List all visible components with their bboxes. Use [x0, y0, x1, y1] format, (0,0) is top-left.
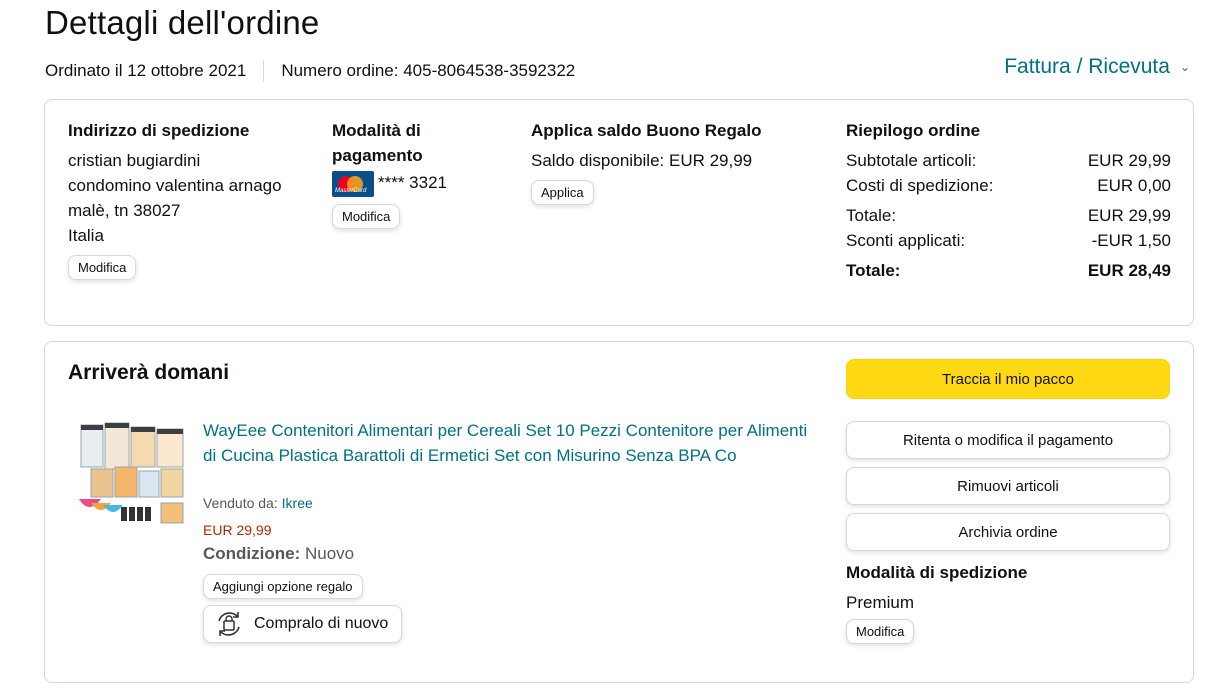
page-title: Dettagli dell'ordine [45, 4, 320, 41]
shipping-address-section: Indirizzo di spedizione cristian bugiard… [68, 118, 318, 280]
address-line: Italia [68, 226, 104, 245]
summary-row: Subtotale articoli: EUR 29,99 [846, 151, 1171, 170]
divider [263, 60, 265, 82]
order-meta: Ordinato il 12 ottobre 2021 Numero ordin… [45, 60, 575, 82]
remove-items-button[interactable]: Rimuovi articoli [846, 467, 1170, 505]
archive-order-button[interactable]: Archivia ordine [846, 513, 1170, 551]
shipping-method-value: Premium [846, 593, 915, 612]
summary-row: Costi di spedizione: EUR 0,00 [846, 176, 1171, 195]
delivery-status: Arriverà domani [68, 361, 230, 384]
retry-payment-button[interactable]: Ritenta o modifica il pagamento [846, 421, 1170, 459]
invoice-link[interactable]: Fattura / Ricevuta [1004, 55, 1170, 79]
gift-balance-section: Applica saldo Buono Regalo Saldo disponi… [531, 118, 811, 205]
payment-heading-2: pagamento [332, 146, 423, 165]
order-summary-section: Riepilogo ordine Subtotale articoli: EUR … [846, 118, 1171, 283]
shipping-method-heading: Modalità di spedizione [846, 563, 1028, 582]
sold-by: Venduto da: Ikree [203, 495, 313, 511]
mastercard-icon: MasterCard [332, 170, 374, 197]
apply-gift-balance-button[interactable]: Applica [531, 180, 594, 205]
payment-heading-1: Modalità di [332, 121, 421, 140]
gift-balance-available: Saldo disponibile: EUR 29,99 [531, 151, 753, 170]
edit-shipping-method-button[interactable]: Modifica [846, 619, 915, 644]
gift-balance-heading: Applica saldo Buono Regalo [531, 121, 762, 140]
summary-row: Sconti applicati: -EUR 1,50 [846, 231, 1171, 250]
buy-again-button[interactable]: Compralo di nuovo [203, 605, 403, 643]
order-number: Numero ordine: 405-8064538-3592322 [281, 61, 576, 80]
product-image[interactable] [77, 419, 187, 529]
seller-link[interactable]: Ikree [282, 495, 313, 511]
buy-again-label: Compralo di nuovo [254, 615, 389, 632]
edit-address-button[interactable]: Modifica [68, 255, 137, 280]
payment-section: Modalità di pagamento MasterCard **** 332… [332, 118, 502, 229]
order-actions: Traccia il mio pacco Ritenta o modifica … [846, 359, 1170, 644]
card-digits: **** 3321 [378, 173, 448, 192]
product-title-link[interactable]: WayEee Contenitori Alimentari per Cereal… [203, 418, 813, 468]
summary-row: Totale: EUR 29,99 [846, 206, 1171, 225]
order-info-panel: Indirizzo di spedizione cristian bugiard… [44, 99, 1194, 326]
shipment-panel: Arriverà domani WayEee Contenitori Alime… [44, 341, 1194, 683]
order-date: Ordinato il 12 ottobre 2021 [45, 61, 247, 80]
product-condition: Condizione: Nuovo [203, 544, 355, 563]
grand-total-row: Totale: EUR 28,49 [846, 261, 1171, 280]
address-line: condomino valentina arnago [68, 176, 282, 195]
shipping-address-heading: Indirizzo di spedizione [68, 121, 250, 140]
order-summary-heading: Riepilogo ordine [846, 121, 981, 140]
chevron-down-icon[interactable]: ⌄ [1180, 60, 1190, 74]
invoice-dropdown[interactable]: Fattura / Ricevuta ⌄ [1004, 55, 1190, 79]
track-package-button[interactable]: Traccia il mio pacco [846, 359, 1170, 399]
buy-again-icon [218, 612, 240, 636]
add-gift-option-button[interactable]: Aggiungi opzione regalo [203, 574, 363, 599]
address-line: malè, tn 38027 [68, 201, 181, 220]
edit-payment-button[interactable]: Modifica [332, 203, 401, 229]
address-line: cristian bugiardini [68, 151, 201, 170]
product-price: EUR 29,99 [203, 522, 272, 538]
